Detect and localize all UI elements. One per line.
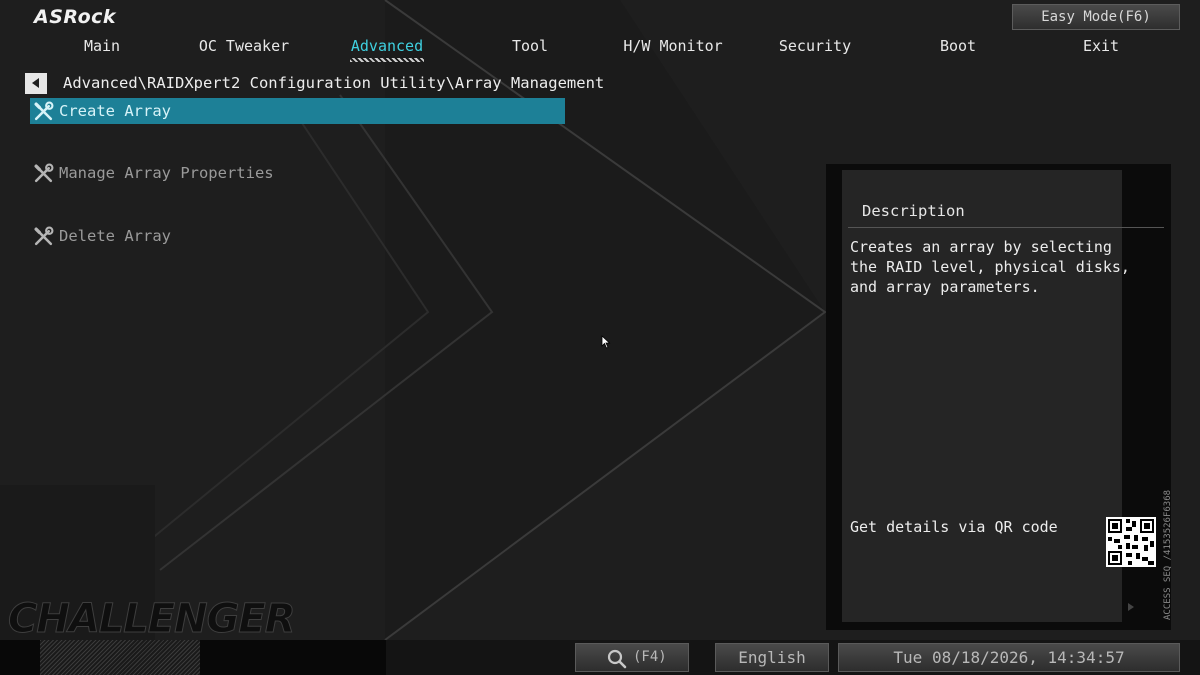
mouse-cursor-icon: [601, 335, 611, 349]
easy-mode-button[interactable]: Easy Mode(F6): [1012, 4, 1180, 30]
menu-item-label: Delete Array: [59, 227, 171, 245]
asrock-logo: ASRock: [34, 6, 117, 28]
datetime-display: Tue 08/18/2026, 14:34:57: [838, 643, 1180, 672]
qr-code-icon: [1106, 517, 1156, 567]
menu-item-label: Manage Array Properties: [59, 164, 274, 182]
access-sequence-text: ACCESS SEQ /4153526F6368: [1163, 489, 1173, 620]
challenger-brand-text: CHALLENGER: [8, 596, 297, 643]
wrench-screwdriver-icon: [34, 101, 54, 121]
tab-exit[interactable]: Exit: [1083, 37, 1119, 55]
back-arrow-icon[interactable]: [25, 73, 47, 94]
tab-oc-tweaker[interactable]: OC Tweaker: [199, 37, 289, 55]
tab-boot[interactable]: Boot: [940, 37, 976, 55]
description-text: Creates an array by selecting the RAID l…: [850, 238, 1130, 296]
menu-item-label: Create Array: [59, 102, 171, 120]
description-divider: [848, 227, 1164, 228]
tab-advanced[interactable]: Advanced: [351, 37, 423, 55]
active-tab-indicator: [350, 58, 424, 62]
menu-item-manage-array-properties[interactable]: Manage Array Properties: [30, 160, 565, 186]
menu-item-delete-array[interactable]: Delete Array: [30, 223, 565, 249]
description-title: Description: [862, 202, 965, 220]
panel-scroll-arrow-icon: [1128, 603, 1134, 611]
breadcrumb: Advanced\RAIDXpert2 Configuration Utilit…: [63, 74, 605, 92]
tab-tool[interactable]: Tool: [512, 37, 548, 55]
search-shortcut-label: (F4): [633, 649, 667, 665]
tab-security[interactable]: Security: [779, 37, 851, 55]
tab-main[interactable]: Main: [84, 37, 120, 55]
wrench-screwdriver-icon: [34, 226, 54, 246]
qr-code-label: Get details via QR code: [850, 518, 1058, 536]
tab-hw-monitor[interactable]: H/W Monitor: [623, 37, 722, 55]
footer-stripes: [40, 640, 200, 675]
search-button[interactable]: (F4): [575, 643, 689, 672]
wrench-screwdriver-icon: [34, 163, 54, 183]
search-icon: [607, 649, 627, 669]
language-button[interactable]: English: [715, 643, 829, 672]
menu-item-create-array[interactable]: Create Array: [30, 98, 565, 124]
